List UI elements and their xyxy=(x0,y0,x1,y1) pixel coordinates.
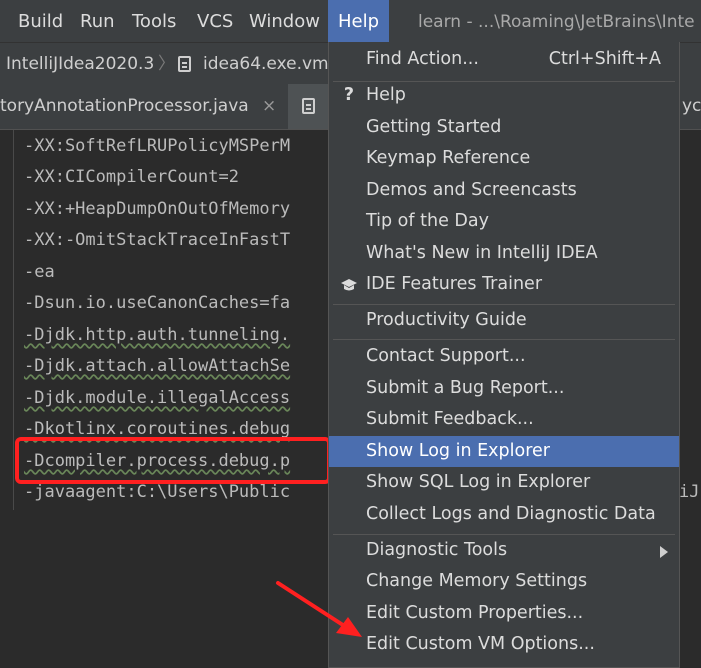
menu-item-label: Submit Feedback... xyxy=(366,409,534,429)
menu-bar: Build Run Tools VCS Window Help learn - … xyxy=(0,0,701,42)
menu-item-shortcut: Ctrl+Shift+A xyxy=(548,49,661,69)
menu-item-label: Getting Started xyxy=(366,117,502,137)
tab-annotation-processor[interactable]: toryAnnotationProcessor.java xyxy=(0,84,258,129)
menu-item-label: Change Memory Settings xyxy=(366,571,588,591)
file-icon xyxy=(178,56,191,72)
gutter-guide xyxy=(13,130,14,510)
menu-item-show-sql-log[interactable]: Show SQL Log in Explorer xyxy=(329,467,679,498)
annotation-highlight-box xyxy=(15,437,331,484)
window-title: learn - ...\Roaming\JetBrains\Inte xyxy=(418,12,695,32)
annotation-arrow-icon xyxy=(276,581,362,637)
menu-item-whats-new[interactable]: What's New in IntelliJ IDEA xyxy=(329,238,679,269)
menu-item-change-memory[interactable]: Change Memory Settings xyxy=(329,566,679,597)
menu-item-collect-logs[interactable]: Collect Logs and Diagnostic Data xyxy=(329,499,679,530)
menu-item-tip-of-the-day[interactable]: Tip of the Day xyxy=(329,206,679,237)
menu-item-help[interactable]: ? Help xyxy=(329,80,679,111)
tab-close-icon[interactable]: × xyxy=(262,84,276,129)
code-line: -XX:CICompilerCount=2 xyxy=(24,167,239,187)
menu-window[interactable]: Window xyxy=(249,0,320,42)
question-mark-icon: ? xyxy=(343,85,355,105)
menu-item-productivity-guide[interactable]: Productivity Guide xyxy=(329,305,679,336)
help-menu: Find Action... Ctrl+Shift+A ? Help Getti… xyxy=(328,42,680,668)
menu-item-label: IDE Features Trainer xyxy=(366,274,543,294)
menu-item-show-log[interactable]: Show Log in Explorer xyxy=(329,436,679,467)
menu-item-submit-feedback[interactable]: Submit Feedback... xyxy=(329,404,679,435)
menu-run[interactable]: Run xyxy=(80,0,115,42)
tab-vmoptions[interactable] xyxy=(288,84,328,129)
menu-item-label: Edit Custom Properties... xyxy=(366,603,584,623)
code-line: -Dsun.io.useCanonCaches=fa xyxy=(24,293,291,313)
submenu-arrow-icon xyxy=(660,546,668,558)
breadcrumb-file[interactable]: idea64.exe.vmo xyxy=(203,43,339,85)
menu-build[interactable]: Build xyxy=(18,0,63,42)
menu-item-label: Find Action... xyxy=(366,49,479,69)
menu-item-ide-features-trainer[interactable]: IDE Features Trainer xyxy=(329,269,679,300)
code-line: -Djdk.attach.allowAttachSe xyxy=(24,356,291,376)
menu-help[interactable]: Help xyxy=(328,0,390,42)
menu-item-edit-custom-vm-options[interactable]: Edit Custom VM Options... xyxy=(329,629,679,660)
menu-vcs[interactable]: VCS xyxy=(197,0,233,42)
menu-item-find-action[interactable]: Find Action... Ctrl+Shift+A xyxy=(329,44,679,75)
menu-item-label: Productivity Guide xyxy=(366,310,527,330)
menu-item-label: Contact Support... xyxy=(366,346,526,366)
menu-item-label: Collect Logs and Diagnostic Data xyxy=(366,504,656,524)
code-line: -XX:SoftRefLRUPolicyMSPerM xyxy=(24,136,291,156)
menu-item-keymap-reference[interactable]: Keymap Reference xyxy=(329,143,679,174)
menu-item-label: Diagnostic Tools xyxy=(366,540,508,560)
menu-item-contact-support[interactable]: Contact Support... xyxy=(329,341,679,372)
menu-item-label: Demos and Screencasts xyxy=(366,180,577,200)
menu-item-label: Help xyxy=(366,85,406,105)
menu-item-edit-custom-properties[interactable]: Edit Custom Properties... xyxy=(329,598,679,629)
menu-item-label: Show Log in Explorer xyxy=(366,441,550,461)
menu-tools[interactable]: Tools xyxy=(132,0,176,42)
menu-item-label: Edit Custom VM Options... xyxy=(366,634,595,654)
graduation-cap-icon xyxy=(339,269,359,303)
code-line: -XX:+HeapDumpOnOutOfMemory xyxy=(24,199,291,219)
menu-item-label: Submit a Bug Report... xyxy=(366,378,565,398)
code-line: -Djdk.module.illegalAccess xyxy=(24,388,291,408)
breadcrumb-separator-icon: 〉 xyxy=(158,54,175,74)
menu-item-submit-bug[interactable]: Submit a Bug Report... xyxy=(329,373,679,404)
code-line-fragment: iJ xyxy=(679,482,700,502)
menu-item-demos[interactable]: Demos and Screencasts xyxy=(329,175,679,206)
menu-item-label: Keymap Reference xyxy=(366,148,531,168)
menu-item-label: Show SQL Log in Explorer xyxy=(366,472,591,492)
menu-item-getting-started[interactable]: Getting Started xyxy=(329,112,679,143)
breadcrumb-folder[interactable]: IntelliJIdea2020.3 xyxy=(6,43,154,85)
menu-item-label: What's New in IntelliJ IDEA xyxy=(366,243,598,263)
menu-item-diagnostic-tools[interactable]: Diagnostic Tools xyxy=(329,535,679,566)
menu-item-label: Tip of the Day xyxy=(366,211,489,231)
menu-separator xyxy=(333,339,675,340)
code-line: -ea xyxy=(24,262,55,282)
code-line: -XX:-OmitStackTraceInFastT xyxy=(24,230,291,250)
tab-right-fragment[interactable]: yc xyxy=(682,84,701,129)
code-line: -Djdk.http.auth.tunneling. xyxy=(24,325,291,345)
file-icon xyxy=(302,98,315,114)
